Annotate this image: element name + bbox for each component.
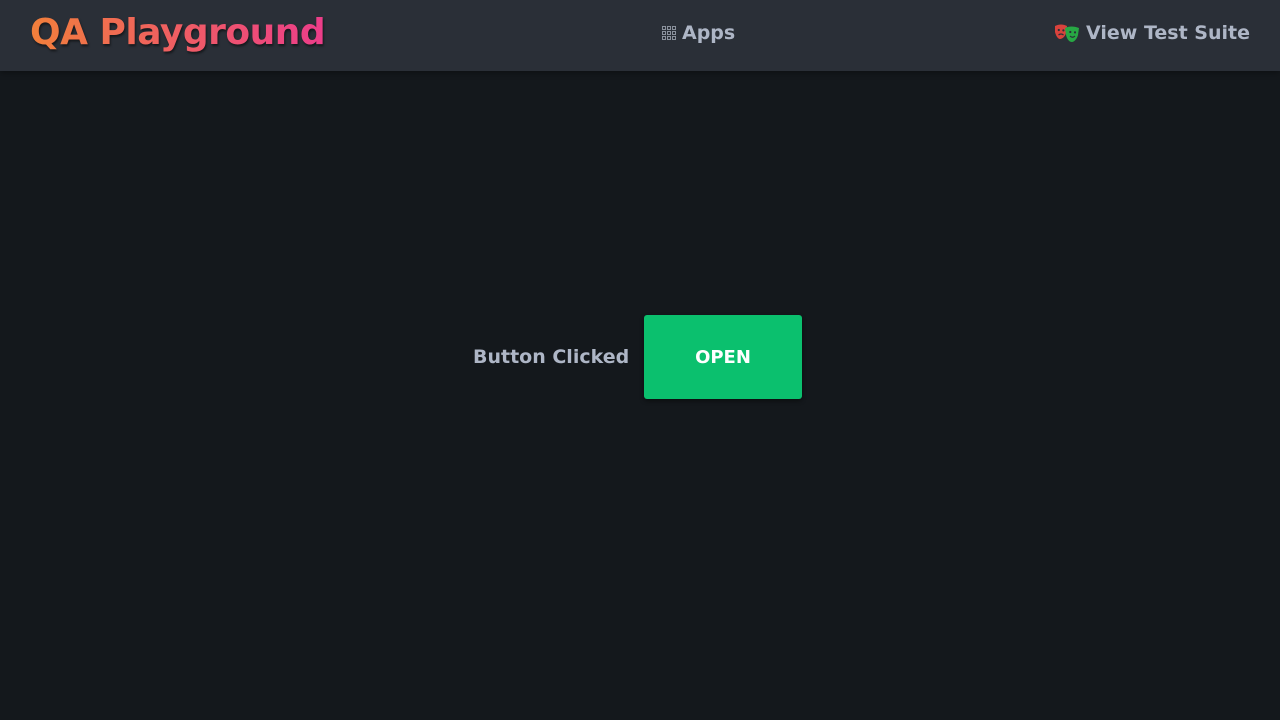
- button-status-text: Button Clicked: [473, 346, 630, 368]
- grid-icon: [662, 26, 676, 40]
- view-test-suite-link[interactable]: View Test Suite: [1054, 22, 1250, 44]
- theater-masks-icon: [1055, 24, 1080, 42]
- brand-logo-text[interactable]: QA Playground: [30, 12, 326, 53]
- open-button[interactable]: OPEN: [644, 315, 802, 399]
- apps-nav-link[interactable]: Apps: [662, 22, 735, 44]
- top-navbar: QA Playground Apps View Test Suite: [0, 0, 1280, 71]
- apps-nav-label: Apps: [682, 22, 736, 44]
- view-test-suite-label: View Test Suite: [1086, 22, 1250, 44]
- main-content: Button Clicked OPEN: [0, 71, 1280, 720]
